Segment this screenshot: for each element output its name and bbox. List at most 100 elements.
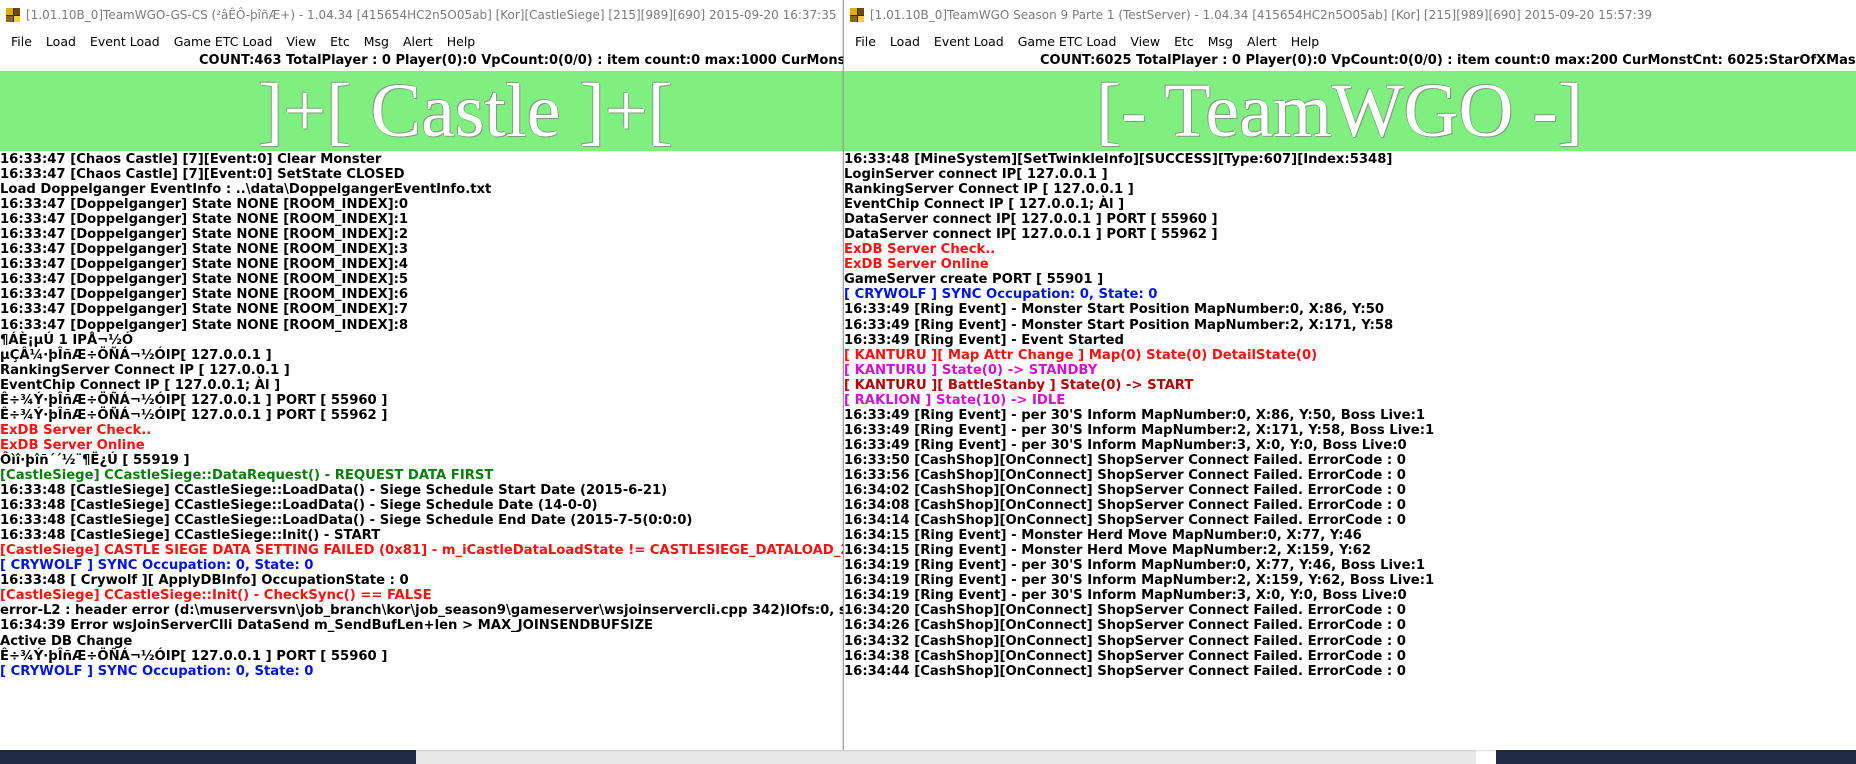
- log-line: 16:34:15 [Ring Event] - Monster Herd Mov…: [844, 543, 1371, 559]
- app-icon[interactable]: [6, 8, 20, 22]
- log-line: 16:33:48 [CastleSiege] CCastleSiege::Loa…: [0, 498, 598, 514]
- log-line: RankingServer Connect IP [ 127.0.0.1 ]: [0, 362, 290, 378]
- log-line: 16:33:47 [Doppelganger] State NONE [ROOM…: [0, 272, 409, 288]
- menu-load[interactable]: Load: [39, 34, 83, 49]
- log-line: [ CRYWOLF ] SYNC Occupation: 0, State: 0: [844, 287, 1158, 303]
- log-line: 16:33:47 [Doppelganger] State NONE [ROOM…: [0, 242, 409, 258]
- log-line: 16:34:20 [CashShop][OnConnect] ShopServe…: [844, 603, 1406, 619]
- log-line: 16:33:47 [Doppelganger] State NONE [ROOM…: [0, 317, 409, 333]
- menu-file[interactable]: File: [4, 34, 39, 49]
- log-line: 16:33:47 [Doppelganger] State NONE [ROOM…: [0, 302, 409, 318]
- log-line: error-L2 : header error (d:\muserversvn\…: [0, 603, 843, 619]
- log-line: [CastleSiege] CCastleSiege::DataRequest(…: [0, 467, 494, 483]
- log-line: 16:33:47 [Doppelganger] State NONE [ROOM…: [0, 287, 409, 303]
- log-line: 16:33:48 [CastleSiege] CCastleSiege::Loa…: [0, 513, 693, 529]
- log-line: ExDB Server Check..: [0, 422, 152, 438]
- log-line: 16:34:19 [Ring Event] - per 30'S Inform …: [844, 558, 1426, 574]
- log-line: 16:34:44 [CashShop][OnConnect] ShopServe…: [844, 663, 1406, 679]
- app-icon[interactable]: [850, 8, 864, 22]
- menu-etc[interactable]: Etc: [323, 34, 357, 49]
- log-line: 16:33:47 [Chaos Castle] [7][Event:0] Set…: [0, 167, 405, 183]
- log-line: 16:33:49 [Ring Event] - per 30'S Inform …: [844, 422, 1435, 438]
- log-line: 16:34:39 Error wsJoinServerClli DataSend…: [0, 618, 654, 634]
- log-line: LoginServer connect IP[ 127.0.0.1 ]: [844, 167, 1108, 183]
- log-line: ¶ÁÈ¡µÚ 1 IPÅ¬½Ó: [0, 332, 134, 348]
- log-line: [ RAKLION ] State(10) -> IDLE: [844, 392, 1066, 408]
- log-line: 16:33:49 [Ring Event] - per 30'S Inform …: [844, 437, 1407, 453]
- log-line: 16:33:56 [CashShop][OnConnect] ShopServe…: [844, 467, 1406, 483]
- menu-event-load[interactable]: Event Load: [927, 34, 1011, 49]
- window-title: [1.01.10B_0]TeamWGO Season 9 Parte 1 (Te…: [870, 8, 1652, 22]
- window-title: [1.01.10B_0]TeamWGO-GS-CS (²âÊÔ-þîñÆ+) -…: [26, 8, 837, 22]
- log-line: EventChip Connect IP [ 127.0.0.1; Àl ]: [844, 197, 1125, 213]
- server-banner: ]+[ Castle ]+[: [0, 71, 843, 151]
- log-line: 16:34:14 [CashShop][OnConnect] ShopServe…: [844, 513, 1406, 529]
- menu-alert[interactable]: Alert: [396, 34, 440, 49]
- log-line: 16:34:19 [Ring Event] - per 30'S Inform …: [844, 573, 1435, 589]
- menu-bar: File Load Event Load Game ETC Load View …: [844, 30, 1856, 52]
- log-line: 16:34:02 [CashShop][OnConnect] ShopServe…: [844, 483, 1406, 499]
- menu-help[interactable]: Help: [1284, 34, 1327, 49]
- menu-msg[interactable]: Msg: [1201, 34, 1240, 49]
- log-line: 16:34:15 [Ring Event] - Monster Herd Mov…: [844, 528, 1362, 544]
- log-line: ExDB Server Online: [0, 437, 145, 453]
- log-line: 16:33:50 [CashShop][OnConnect] ShopServe…: [844, 452, 1406, 468]
- server-status-line: COUNT:6025 TotalPlayer : 0 Player(0):0 V…: [1040, 53, 1856, 68]
- log-line: 16:33:47 [Doppelganger] State NONE [ROOM…: [0, 197, 409, 213]
- log-line: 16:33:49 [Ring Event] - Monster Start Po…: [844, 302, 1385, 318]
- log-line: [CastleSiege] CASTLE SIEGE DATA SETTING …: [0, 543, 843, 559]
- log-line: Ê÷¾Ý·þÎñÆ÷ÖÑÁ¬½ÓIP[ 127.0.0.1 ] PORT [ 5…: [0, 407, 388, 423]
- log-line: 16:33:49 [Ring Event] - Monster Start Po…: [844, 317, 1394, 333]
- menu-etc[interactable]: Etc: [1167, 34, 1201, 49]
- menu-game-etc-load[interactable]: Game ETC Load: [1011, 34, 1124, 49]
- menu-view[interactable]: View: [279, 34, 323, 49]
- menu-help[interactable]: Help: [440, 34, 483, 49]
- log-line: Ôìî·þîñ´´½¨¶Ë¿Ú [ 55919 ]: [0, 452, 190, 468]
- menu-load[interactable]: Load: [883, 34, 927, 49]
- banner-text: [- TeamWGO -]: [1096, 71, 1584, 151]
- gameserver-window-testserver[interactable]: [1.01.10B_0]TeamWGO Season 9 Parte 1 (Te…: [843, 0, 1856, 750]
- menu-event-load[interactable]: Event Load: [83, 34, 167, 49]
- log-line: 16:33:49 [Ring Event] - per 30'S Inform …: [844, 407, 1426, 423]
- log-line: 16:33:48 [ Crywolf ][ ApplyDBInfo] Occup…: [0, 573, 409, 589]
- server-status-line: COUNT:463 TotalPlayer : 0 Player(0):0 Vp…: [199, 53, 843, 68]
- log-line: 16:33:47 [Doppelganger] State NONE [ROOM…: [0, 257, 409, 273]
- log-line: [ KANTURU ][ Map Attr Change ] Map(0) St…: [844, 347, 1318, 363]
- log-line: 16:33:49 [Ring Event] - Event Started: [844, 332, 1124, 348]
- log-line: 16:33:47 [Doppelganger] State NONE [ROOM…: [0, 227, 409, 243]
- menu-view[interactable]: View: [1123, 34, 1167, 49]
- log-line: ExDB Server Check..: [844, 242, 996, 258]
- menu-alert[interactable]: Alert: [1240, 34, 1284, 49]
- log-line: Ê÷¾Ý·þÎñÆ÷ÖÑÁ¬½ÓIP[ 127.0.0.1 ] PORT [ 5…: [0, 392, 388, 408]
- log-line: EventChip Connect IP [ 127.0.0.1; Àl ]: [0, 377, 281, 393]
- menu-bar: File Load Event Load Game ETC Load View …: [0, 30, 843, 52]
- log-line: 16:33:47 [Chaos Castle] [7][Event:0] Cle…: [0, 152, 382, 167]
- menu-file[interactable]: File: [848, 34, 883, 49]
- gameserver-window-castle[interactable]: [1.01.10B_0]TeamWGO-GS-CS (²âÊÔ-þîñÆ+) -…: [0, 0, 843, 750]
- log-line: 16:34:32 [CashShop][OnConnect] ShopServe…: [844, 633, 1406, 649]
- log-line: Active DB Change: [0, 633, 133, 649]
- log-line: 16:34:08 [CashShop][OnConnect] ShopServe…: [844, 498, 1406, 514]
- log-output: 16:33:47 [Chaos Castle] [7][Event:0] Cle…: [0, 152, 843, 679]
- log-line: 16:33:47 [Doppelganger] State NONE [ROOM…: [0, 212, 409, 228]
- log-line: [ CRYWOLF ] SYNC Occupation: 0, State: 0: [0, 558, 314, 574]
- log-line: 16:33:48 [MineSystem][SetTwinkleInfo][SU…: [844, 152, 1393, 167]
- banner-text: ]+[ Castle ]+[: [258, 71, 673, 151]
- log-line: Load Doppelganger EventInfo : ..\data\Do…: [0, 182, 492, 198]
- log-line: 16:34:38 [CashShop][OnConnect] ShopServe…: [844, 648, 1406, 664]
- log-line: µÇÂ¼·þÎñÆ÷ÖÑÁ¬½ÓIP[ 127.0.0.1 ]: [0, 347, 272, 363]
- log-line: [CastleSiege] CCastleSiege::Init() - Che…: [0, 588, 432, 604]
- title-bar[interactable]: [1.01.10B_0]TeamWGO Season 9 Parte 1 (Te…: [844, 0, 1856, 30]
- log-output: 16:33:48 [MineSystem][SetTwinkleInfo][SU…: [844, 152, 1856, 679]
- log-line: [ CRYWOLF ] SYNC Occupation: 0, State: 0: [0, 663, 314, 679]
- log-line: 16:33:48 [CastleSiege] CCastleSiege::Ini…: [0, 528, 381, 544]
- log-line: 16:33:48 [CastleSiege] CCastleSiege::Loa…: [0, 483, 668, 499]
- log-line: DataServer connect IP[ 127.0.0.1 ] PORT …: [844, 227, 1218, 243]
- log-line: GameServer create PORT [ 55901 ]: [844, 272, 1104, 288]
- log-line: 16:34:19 [Ring Event] - per 30'S Inform …: [844, 588, 1407, 604]
- menu-msg[interactable]: Msg: [357, 34, 396, 49]
- title-bar[interactable]: [1.01.10B_0]TeamWGO-GS-CS (²âÊÔ-þîñÆ+) -…: [0, 0, 843, 30]
- log-line: ExDB Server Online: [844, 257, 989, 273]
- server-banner: [- TeamWGO -]: [844, 71, 1856, 151]
- menu-game-etc-load[interactable]: Game ETC Load: [167, 34, 280, 49]
